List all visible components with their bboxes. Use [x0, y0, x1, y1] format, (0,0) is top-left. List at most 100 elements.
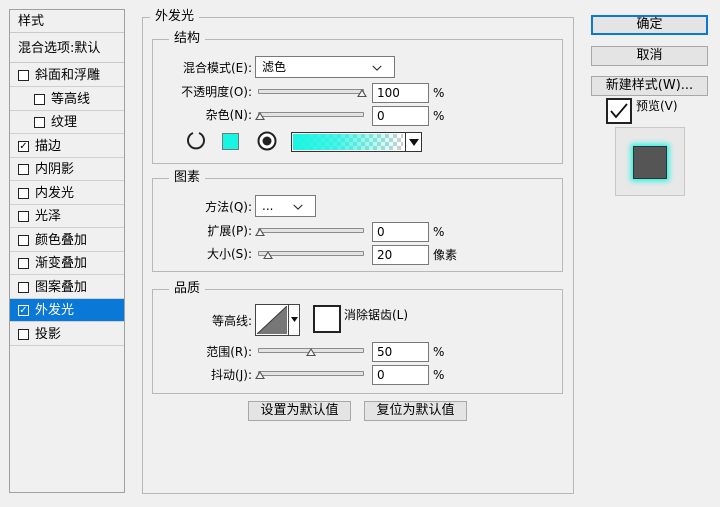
size-slider-track[interactable]	[258, 251, 364, 256]
cancel-button[interactable]: 取消	[591, 46, 708, 66]
style-item-label: 图案叠加	[35, 280, 88, 295]
style-list-item[interactable]: 颜色叠加	[10, 229, 124, 252]
style-list-item[interactable]: 内阴影	[10, 158, 124, 181]
size-label: 大小(S):	[206, 247, 252, 261]
style-checkbox[interactable]	[18, 211, 29, 222]
noise-label: 杂色(N):	[205, 108, 252, 122]
noise-input[interactable]: 0	[372, 106, 429, 126]
ok-button[interactable]: 确定	[591, 15, 708, 35]
style-item-label: 斜面和浮雕	[35, 68, 101, 83]
jitter-slider-track[interactable]	[258, 371, 364, 376]
noise-unit: %	[433, 109, 445, 123]
gradient-radio-icon[interactable]	[256, 130, 278, 152]
blend-options-label: 混合选项:默认	[18, 41, 101, 56]
style-list-item[interactable]: ✓ 描边	[10, 135, 124, 158]
style-item-label: 内阴影	[35, 162, 75, 177]
contour-label: 等高线:	[211, 314, 252, 328]
range-input[interactable]: 50	[372, 342, 429, 362]
noise-slider-thumb[interactable]	[255, 112, 265, 120]
blend-mode-select[interactable]: 滤色	[255, 56, 395, 78]
checkmark-icon	[610, 103, 628, 119]
style-list-item[interactable]: 渐变叠加	[10, 252, 124, 275]
range-slider-thumb[interactable]	[306, 348, 316, 356]
preview-square	[633, 146, 667, 179]
technique-select[interactable]: ...	[255, 195, 316, 217]
elements-title: 图素	[169, 171, 206, 185]
style-checkbox[interactable]	[18, 70, 29, 81]
blend-options-item[interactable]: 混合选项:默认	[10, 36, 124, 63]
style-checkbox[interactable]	[34, 117, 45, 128]
style-checkbox[interactable]	[18, 164, 29, 175]
structure-title: 结构	[169, 32, 206, 46]
jitter-unit: %	[433, 368, 445, 382]
style-checkbox[interactable]: ✓	[18, 141, 29, 152]
contour-picker[interactable]	[255, 304, 300, 336]
style-list-item[interactable]: ✓ 外发光	[10, 299, 124, 322]
style-list-item[interactable]: 光泽	[10, 205, 124, 228]
style-item-label: 渐变叠加	[35, 256, 88, 271]
opacity-unit: %	[433, 86, 445, 100]
style-list-header-label: 样式	[18, 14, 45, 29]
opacity-slider-track[interactable]	[258, 89, 364, 94]
style-list-header[interactable]: 样式	[10, 10, 124, 33]
noise-slider-track[interactable]	[258, 112, 364, 117]
range-unit: %	[433, 345, 445, 359]
antialias-label: 消除锯齿(L)	[344, 308, 409, 322]
blend-mode-value: 滤色	[262, 60, 287, 74]
style-checkbox[interactable]	[18, 258, 29, 269]
style-checkbox[interactable]	[18, 329, 29, 340]
style-checkbox[interactable]	[18, 235, 29, 246]
style-list-item[interactable]: 内发光	[10, 182, 124, 205]
opacity-label: 不透明度(O):	[181, 85, 252, 99]
style-checkbox[interactable]: ✓	[18, 305, 29, 316]
style-list-item[interactable]: 斜面和浮雕	[10, 64, 124, 87]
style-list-item[interactable]: 投影	[10, 323, 124, 346]
style-list-item[interactable]: 等高线	[10, 88, 124, 111]
style-checkbox[interactable]	[18, 282, 29, 293]
spread-slider-track[interactable]	[258, 228, 364, 233]
technique-label: 方法(Q):	[205, 200, 252, 214]
contour-curve-icon	[257, 306, 287, 334]
style-list-item[interactable]: 纹理	[10, 111, 124, 134]
style-item-label: 投影	[35, 327, 62, 342]
antialias-checkbox[interactable]	[313, 305, 341, 333]
style-item-label: 内发光	[35, 186, 75, 201]
opacity-slider-thumb[interactable]	[357, 89, 367, 97]
spread-slider-thumb[interactable]	[255, 228, 265, 236]
glow-color-swatch[interactable]	[222, 133, 239, 150]
reset-default-button[interactable]: 复位为默认值	[364, 401, 467, 421]
spread-input[interactable]: 0	[372, 222, 429, 242]
style-list: 样式 混合选项:默认 斜面和浮雕等高线纹理 ✓ 描边内阴影内发光光泽颜色叠加渐变叠加…	[9, 9, 125, 493]
jitter-label: 抖动(J):	[211, 368, 252, 382]
size-unit: 像素	[433, 248, 458, 262]
gradient-preview	[293, 134, 403, 150]
blend-mode-label: 混合模式(E):	[183, 61, 252, 75]
chevron-down-icon	[293, 204, 303, 210]
gradient-dropdown-button[interactable]	[405, 133, 421, 151]
range-label: 范围(R):	[206, 345, 252, 359]
jitter-input[interactable]: 0	[372, 365, 429, 385]
technique-value: ...	[262, 199, 274, 213]
style-item-label: 外发光	[35, 303, 75, 318]
gradient-picker[interactable]	[291, 132, 422, 152]
make-default-button[interactable]: 设置为默认值	[248, 401, 351, 421]
style-checkbox[interactable]	[34, 94, 45, 105]
color-radio-icon[interactable]	[185, 130, 207, 152]
preview-checkbox[interactable]	[606, 98, 632, 124]
new-style-button[interactable]: 新建样式(W)...	[591, 76, 708, 96]
size-input[interactable]: 20	[372, 245, 429, 265]
style-item-label: 颜色叠加	[35, 233, 88, 248]
panel-title: 外发光	[150, 10, 200, 24]
opacity-input[interactable]: 100	[372, 83, 429, 103]
spread-label: 扩展(P):	[207, 224, 252, 238]
style-list-item[interactable]: 图案叠加	[10, 276, 124, 299]
style-item-label: 纹理	[51, 115, 78, 130]
caret-down-icon	[409, 139, 419, 146]
style-checkbox[interactable]	[18, 188, 29, 199]
contour-dropdown-button[interactable]	[288, 305, 299, 335]
style-item-label: 光泽	[35, 209, 62, 224]
size-slider-thumb[interactable]	[263, 251, 274, 259]
quality-title: 品质	[169, 282, 206, 296]
caret-down-icon	[291, 317, 298, 322]
jitter-slider-thumb[interactable]	[255, 371, 265, 379]
